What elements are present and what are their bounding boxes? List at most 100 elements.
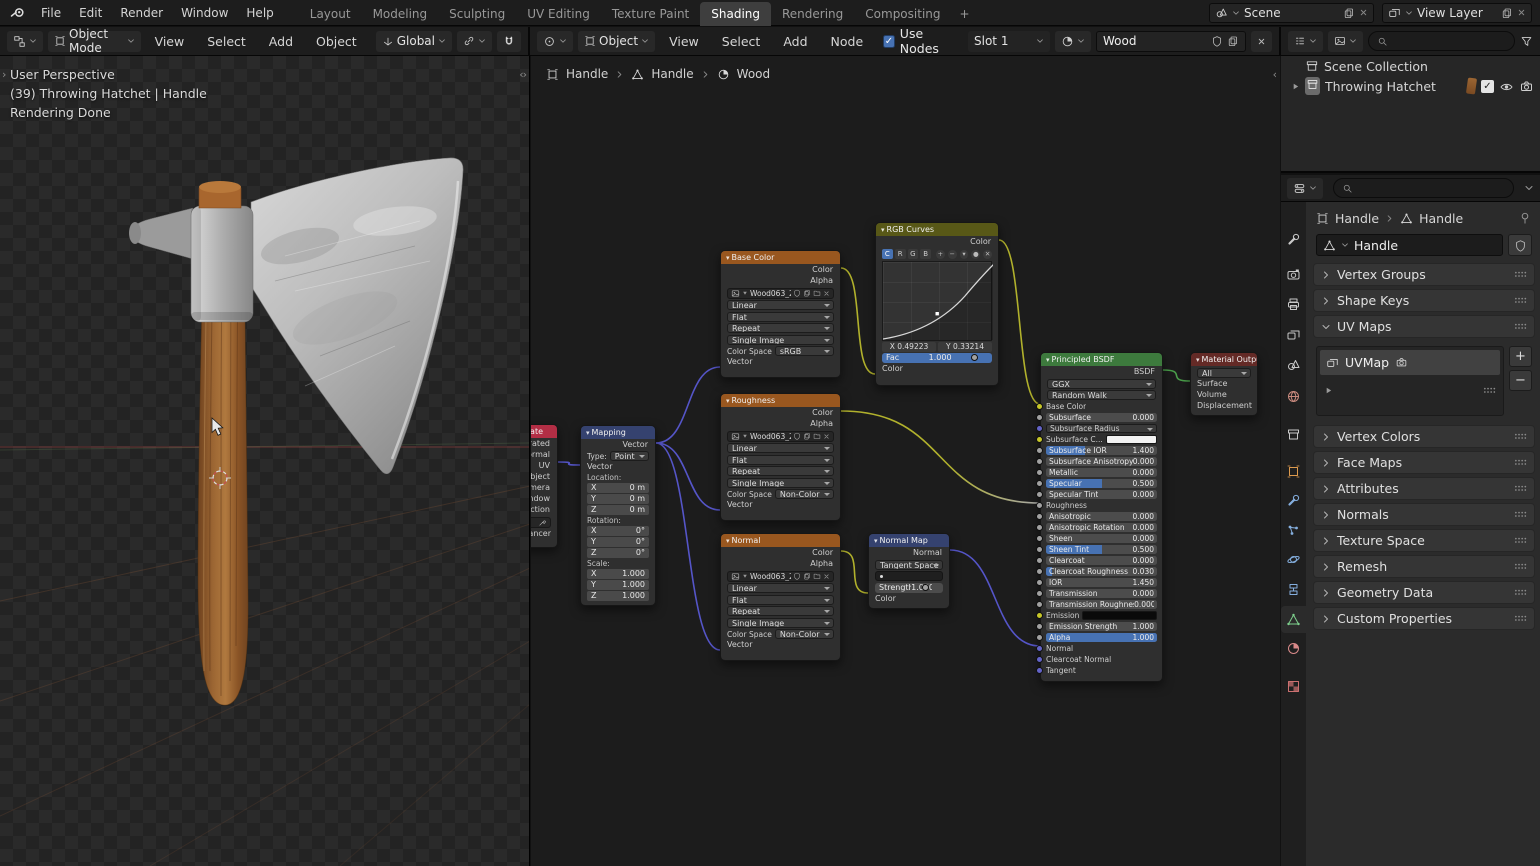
panel-header-normals[interactable]: Normals	[1313, 503, 1535, 526]
new-layer-icon[interactable]	[1501, 7, 1513, 19]
node-image-texture-normal[interactable]: ▾NormalColorAlphaWood063_2K_N...LinearFl…	[720, 533, 841, 661]
interpolation-dropdown[interactable]: Linear	[727, 583, 834, 593]
properties-display-selector[interactable]	[1287, 178, 1323, 199]
panel-header-remesh[interactable]: Remesh	[1313, 555, 1535, 578]
socket-ior[interactable]	[1036, 579, 1043, 586]
region-join-icon[interactable]: ‹›	[519, 68, 526, 81]
collapse-icon[interactable]: ▾	[874, 537, 878, 545]
orientation-selector[interactable]: Global	[376, 31, 452, 52]
node-header[interactable]: ▾Principled BSDF	[1041, 353, 1162, 366]
editor-type-selector[interactable]	[7, 31, 43, 52]
node-header[interactable]: ▾Normal Map	[869, 534, 949, 547]
outliner-row-throwing-hatchet[interactable]: Throwing Hatchet✓	[1281, 76, 1540, 96]
socket-sheen-tint[interactable]	[1036, 546, 1043, 553]
color-space-dropdown[interactable]: Non-Color	[775, 489, 834, 499]
slider-specular[interactable]: Specular0.500	[1046, 479, 1157, 489]
source-dropdown[interactable]: Single Image	[727, 478, 834, 488]
socket-specular-tint[interactable]	[1036, 491, 1043, 498]
pin-icon[interactable]	[1518, 211, 1532, 225]
color-space-dropdown[interactable]: Non-Color	[775, 629, 834, 639]
extension-dropdown[interactable]: Repeat	[727, 466, 834, 476]
expand-icon[interactable]	[1324, 386, 1333, 395]
fac-slider[interactable]: Fac1.000	[882, 353, 992, 363]
mapping-rotation-z[interactable]: Z0°	[587, 548, 649, 558]
material-name-field[interactable]: Wood	[1096, 31, 1246, 52]
mapping-location-x[interactable]: X0 m	[587, 483, 649, 493]
open-image-icon[interactable]	[813, 572, 821, 580]
unlink-material-button[interactable]	[1251, 31, 1272, 52]
socket-emission-strength[interactable]	[1036, 623, 1043, 630]
shader-menu-add[interactable]: Add	[774, 34, 816, 49]
slider-subsurface-anisotropy[interactable]: Subsurface Anisotropy0.000	[1046, 457, 1157, 467]
slider-alpha[interactable]: Alpha1.000	[1046, 633, 1157, 643]
node-material-output[interactable]: ▾Material OutputAllSurfaceVolumeDisplace…	[1190, 352, 1258, 416]
node-header[interactable]: ▾Base Color	[721, 251, 840, 264]
close-icon[interactable]	[1517, 8, 1526, 17]
collapse-icon[interactable]: ▾	[1046, 356, 1050, 364]
properties-tab-world[interactable]	[1281, 383, 1306, 410]
shader-menu-view[interactable]: View	[660, 34, 708, 49]
collapse-icon[interactable]: ▾	[1196, 356, 1200, 364]
open-image-icon[interactable]	[813, 289, 821, 297]
filter-icon[interactable]	[1520, 35, 1533, 48]
menu-render[interactable]: Render	[111, 0, 172, 26]
material-name[interactable]: Wood	[1103, 34, 1207, 48]
shader-editor[interactable]: HandleHandleWood ‹ ▾Texture CoordinateGe…	[531, 56, 1280, 866]
dropdown-subsurface-radius[interactable]: Subsurface Radius	[1046, 424, 1157, 434]
properties-search-input[interactable]	[1357, 181, 1505, 195]
grip-icon[interactable]	[1514, 508, 1527, 521]
properties-editor[interactable]: HandleHandleHandleVertex GroupsShape Key…	[1281, 175, 1540, 866]
properties-tab-collection[interactable]	[1281, 421, 1306, 448]
tools-dropdown-icon[interactable]: ▾	[960, 250, 969, 259]
panel-header-texture-space[interactable]: Texture Space	[1313, 529, 1535, 552]
workspace-tab-uv-editing[interactable]: UV Editing	[516, 2, 601, 26]
viewport-menu-select[interactable]: Select	[198, 34, 255, 49]
socket-clearcoat-normal[interactable]	[1036, 656, 1043, 663]
shader-context-selector[interactable]: Object	[578, 31, 655, 52]
socket-subsurface[interactable]	[1036, 414, 1043, 421]
snap-target-selector[interactable]	[457, 31, 492, 52]
3d-viewport[interactable]: User Perspective (39) Throwing Hatchet |…	[0, 56, 530, 866]
image-datablock-field[interactable]: Wood063_2K_R...	[727, 431, 834, 442]
add-workspace-button[interactable]: +	[952, 2, 978, 26]
workspace-tab-compositing[interactable]: Compositing	[854, 2, 951, 26]
breadcrumb-item[interactable]: Wood	[737, 67, 770, 81]
menu-file[interactable]: File	[32, 0, 70, 26]
point-y-value[interactable]: Y 0.33214	[938, 342, 992, 352]
properties-tab-output[interactable]	[1281, 291, 1306, 318]
from-instancer-label[interactable]: From Instancer	[531, 529, 551, 539]
color-swatch-subsurface-c-[interactable]	[1106, 435, 1157, 444]
node-mapping[interactable]: ▾MappingVectorType:PointVectorLocation:X…	[580, 425, 656, 606]
properties-tab-object-data[interactable]	[1281, 606, 1306, 633]
properties-tab-object[interactable]	[1281, 458, 1306, 485]
new-scene-icon[interactable]	[1343, 7, 1355, 19]
socket-anisotropic-rotation[interactable]	[1036, 524, 1043, 531]
subsurface-method-dropdown[interactable]: Random Walk	[1047, 390, 1156, 400]
slider-sheen[interactable]: Sheen0.000	[1046, 534, 1157, 544]
panel-header-face-maps[interactable]: Face Maps	[1313, 451, 1535, 474]
panel-header-shape-keys[interactable]: Shape Keys	[1313, 289, 1535, 312]
workspace-tab-layout[interactable]: Layout	[299, 2, 362, 26]
image-name[interactable]: Wood063_2K_N...	[750, 572, 791, 581]
grip-icon[interactable]	[1514, 268, 1527, 281]
menu-help[interactable]: Help	[237, 0, 282, 26]
node-rgb-curves[interactable]: ▾RGB CurvesColorCRGB+−▾●✕X 0.49223Y 0.33…	[875, 222, 999, 386]
socket-tangent[interactable]	[1036, 667, 1043, 674]
fake-user-icon[interactable]	[793, 432, 801, 440]
socket-subsurface-radius[interactable]	[1036, 425, 1043, 432]
object-picker-field[interactable]	[531, 517, 551, 528]
slider-anisotropic-rotation[interactable]: Anisotropic Rotation0.000	[1046, 523, 1157, 533]
channel-button-b[interactable]: B	[920, 249, 931, 259]
outliner-search-input[interactable]	[1392, 34, 1506, 48]
add-uv-map-button[interactable]: +	[1509, 346, 1532, 367]
image-datablock-field[interactable]: Wood063_2K_C...	[727, 288, 834, 299]
view-layer-name[interactable]: View Layer	[1417, 6, 1497, 20]
slider-clearcoat-roughness[interactable]: Clearcoat Roughness0.030	[1046, 567, 1157, 577]
space-dropdown[interactable]: Tangent Space	[875, 560, 943, 570]
grip-icon[interactable]	[1514, 560, 1527, 573]
slider-transmission-roughness[interactable]: Transmission Roughness0.000	[1046, 600, 1157, 610]
properties-tab-constraints[interactable]	[1281, 576, 1306, 603]
socket-emission[interactable]	[1036, 612, 1043, 619]
mapping-rotation-x[interactable]: X0°	[587, 526, 649, 536]
blender-logo-icon[interactable]	[10, 5, 26, 21]
